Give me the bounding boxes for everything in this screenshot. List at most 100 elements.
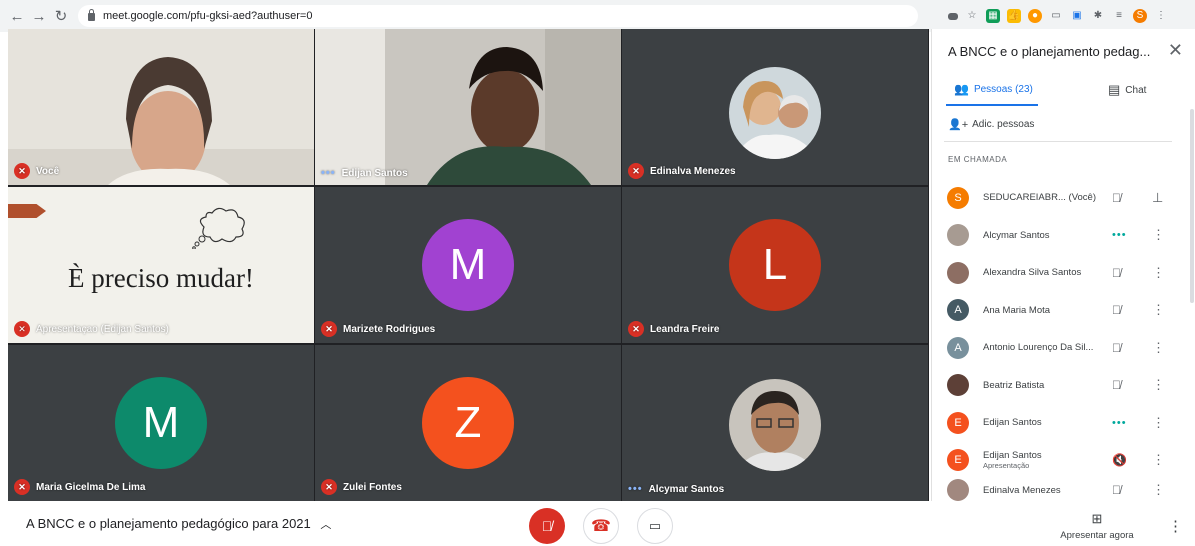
participant-name: Leandra Freire [650,323,720,335]
list-item[interactable]: Alexandra Silva Santos 🎙̸ ⋮ [932,254,1195,292]
leave-call-button[interactable]: ☎ [583,508,619,544]
list-item[interactable]: E Edijan Santos ••• ⋮ [932,404,1195,442]
mic-toggle-button[interactable]: 🎙̸ [529,508,565,544]
more-options-icon[interactable]: ⋮ [1152,377,1165,393]
list-item[interactable]: S SEDUCAREIABR... (Você) 🎙̸ ⊥ [932,179,1195,217]
camera-toggle-button[interactable]: ▭ [637,508,673,544]
present-now-button[interactable]: ⊞ Apresentar agora [1056,511,1138,541]
present-icon: ⊞ [1091,511,1103,526]
mic-off-icon[interactable]: 🎙̸ [1112,303,1121,317]
thought-cloud-icon [192,207,245,249]
participant-photo [729,379,821,471]
participant-avatar: M [422,219,514,311]
pin-icon[interactable]: ⊥ [1152,190,1163,206]
participant-video [315,29,621,185]
more-options-icon[interactable]: ⋮ [1152,265,1165,281]
talking-indicator-icon: ••• [1112,229,1127,242]
video-tile[interactable]: Z ✕ Zulei Fontes [315,345,621,501]
more-options-icon[interactable]: ⋮ [1152,482,1165,498]
list-item[interactable]: Edinalva Menezes 🎙̸ ⋮ [932,479,1195,501]
avatar: E [947,411,969,434]
video-tile[interactable]: ✕ Você [8,29,314,185]
list-item[interactable]: A Antonio Lourenço Da Sil... 🎙̸ ⋮ [932,329,1195,367]
more-options-icon[interactable]: ⋮ [1152,415,1165,431]
section-header: EM CHAMADA [948,155,1008,164]
more-options-icon[interactable]: ⋮ [1152,302,1165,318]
screen-extension-icon[interactable]: ▭ [1049,9,1063,23]
reload-icon[interactable]: ↻ [50,7,72,25]
camera-icon[interactable] [948,12,958,20]
participant-name: Apresentaçao (Edijan Santos) [36,323,169,335]
lock-icon [88,9,95,21]
video-tile[interactable]: ••• Alcymar Santos [622,345,928,501]
browser-toolbar: ← → ↻ meet.google.com/pfu-gksi-aed?authu… [0,0,1195,32]
side-panel: A BNCC e o planejamento pedag... ✕ 👥 Pes… [931,29,1195,501]
puzzle-icon[interactable]: ✱ [1091,9,1105,23]
video-grid: ✕ Você ••• Edijan Santos ✕ Edinalva Mene… [8,29,929,501]
tile-label: ✕ Leandra Freire [628,321,719,337]
mic-off-icon: ✕ [14,479,30,495]
back-icon[interactable]: ← [6,8,28,25]
mic-off-icon[interactable]: 🎙̸ [1112,191,1121,205]
more-options-icon[interactable]: ⋮ [1152,452,1165,468]
list-item[interactable]: Beatriz Batista 🎙̸ ⋮ [932,367,1195,405]
participant-video [8,29,314,185]
tab-people[interactable]: 👥 Pessoas (23) [954,82,1033,96]
tab-chat[interactable]: ▤ Chat [1108,82,1146,98]
meeting-details-button[interactable]: A BNCC e o planejamento pedagógico para … [26,516,331,532]
more-options-icon[interactable]: ⋮ [1168,517,1183,535]
more-options-icon[interactable]: ⋮ [1152,227,1165,243]
slide-arrow-decoration [8,204,46,218]
chevron-up-icon: ︿ [320,519,332,531]
thumbs-up-extension-icon[interactable]: 👍 [1007,9,1021,23]
tile-label: ••• Edijan Santos [321,167,408,179]
participant-name: Antonio Lourenço Da Sil... [983,342,1094,354]
more-options-icon[interactable]: ⋮ [1152,340,1165,356]
talking-indicator-icon: ••• [628,483,643,495]
meeting-title: A BNCC e o planejamento pedagógico para … [26,516,311,531]
avatar: E [947,449,969,472]
mic-off-icon[interactable]: 🎙̸ [1112,378,1121,392]
list-item[interactable]: Alcymar Santos ••• ⋮ [932,217,1195,255]
participant-name: Edinalva Menezes [983,484,1061,496]
add-people-button[interactable]: 👤+ Adic. pessoas [948,118,1034,131]
address-bar[interactable]: meet.google.com/pfu-gksi-aed?authuser=0 [78,5,918,27]
mic-off-icon: ✕ [321,479,337,495]
star-icon[interactable]: ☆ [965,9,979,23]
tile-label: ✕ Apresentaçao (Edijan Santos) [14,321,169,337]
mic-off-icon[interactable]: 🎙̸ [1112,483,1121,497]
add-people-label: Adic. pessoas [972,119,1035,130]
video-tile[interactable]: ✕ Edinalva Menezes [622,29,928,185]
presentation-tile[interactable]: È preciso mudar! ✕ Apresentaçao (Edijan … [8,187,314,343]
mic-off-icon: ✕ [14,163,30,179]
presentation-muted-icon[interactable]: 🔇 [1112,453,1127,467]
participant-avatar: L [729,219,821,311]
grid-extension-icon[interactable]: ▦ [986,9,1000,23]
profile-avatar[interactable]: S [1133,9,1147,23]
avatar [947,261,969,284]
tile-label: ✕ Marizete Rodrigues [321,321,435,337]
extensions-bar: ☆ ▦ 👍 ● ▭ ▣ ✱ ≡ S ⋮ [948,9,1168,23]
menu-icon[interactable]: ⋮ [1154,9,1168,23]
video-tile[interactable]: M ✕ Maria Gicelma De Lima [8,345,314,501]
divider [944,141,1172,142]
avatar [947,479,969,501]
shield-extension-icon[interactable]: ● [1028,9,1042,23]
capture-extension-icon[interactable]: ▣ [1070,9,1084,23]
participant-list: S SEDUCAREIABR... (Você) 🎙̸ ⊥ Alcymar Sa… [932,179,1195,501]
url-text: meet.google.com/pfu-gksi-aed?authuser=0 [103,10,313,22]
video-tile[interactable]: M ✕ Marizete Rodrigues [315,187,621,343]
slide-title: È preciso mudar! [68,263,254,293]
list-item[interactable]: A Ana Maria Mota 🎙̸ ⋮ [932,292,1195,330]
forward-icon[interactable]: → [28,8,50,25]
video-tile[interactable]: L ✕ Leandra Freire [622,187,928,343]
media-icon[interactable]: ≡ [1112,9,1126,23]
mic-off-icon[interactable]: 🎙̸ [1112,266,1121,280]
tile-label: ••• Alcymar Santos [628,483,724,495]
bottom-bar: A BNCC e o planejamento pedagógico para … [0,501,1195,546]
close-icon[interactable]: ✕ [1168,40,1183,61]
scrollbar[interactable] [1190,109,1194,303]
list-item[interactable]: E Edijan Santos Apresentação 🔇 ⋮ [932,442,1195,480]
video-tile[interactable]: ••• Edijan Santos [315,29,621,185]
mic-off-icon[interactable]: 🎙̸ [1112,341,1121,355]
